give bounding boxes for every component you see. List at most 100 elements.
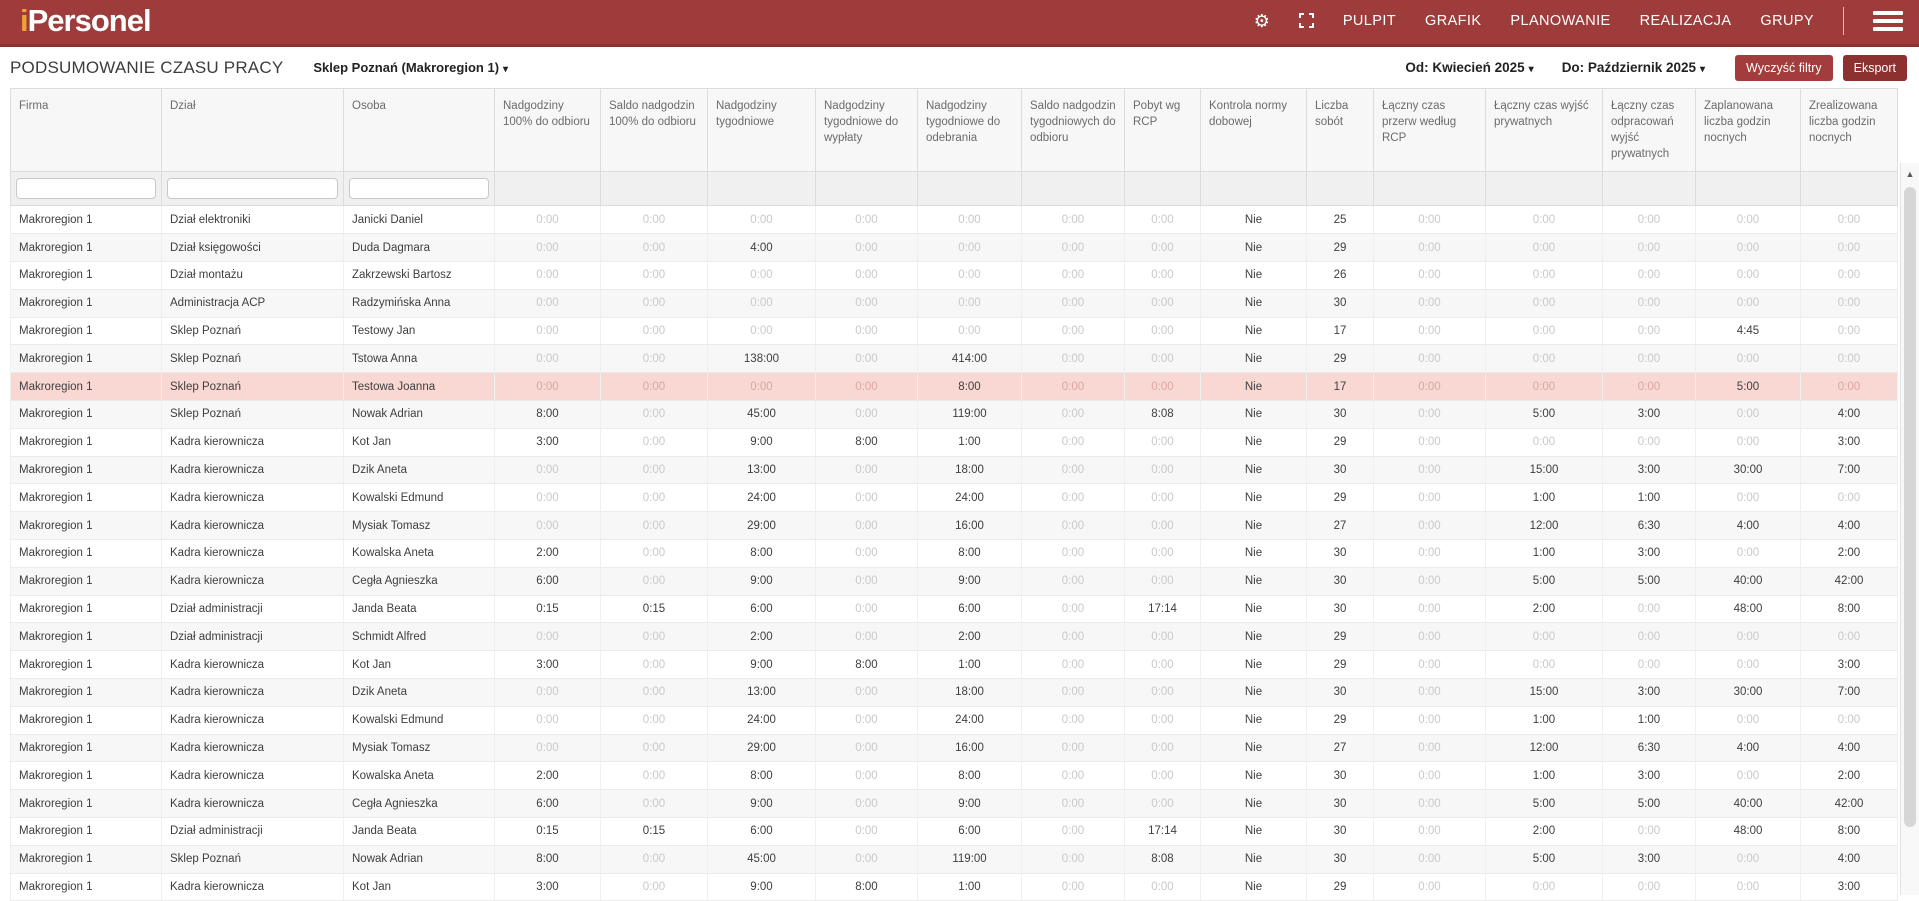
nav-item-grupy[interactable]: GRUPY (1760, 13, 1814, 29)
cell-nadgodziny-tygodniowe-do-wyplaty: 0:00 (816, 595, 918, 623)
column-header-nadgodziny-100-do-odbioru[interactable]: Nadgodziny 100% do odbioru (495, 89, 601, 172)
table-row[interactable]: Makroregion 1Kadra kierowniczaDzik Aneta… (11, 456, 1898, 484)
column-header-zaplanowana-liczba-godzin-nocnych[interactable]: Zaplanowana liczba godzin nocnych (1696, 89, 1801, 172)
nav-item-pulpit[interactable]: PULPIT (1343, 13, 1396, 29)
table-row[interactable]: Makroregion 1Kadra kierowniczaCegła Agni… (11, 790, 1898, 818)
cell-osoba: Kot Jan (344, 428, 495, 456)
cell-liczba-sobot: 29 (1307, 873, 1374, 901)
column-header-firma[interactable]: Firma (11, 89, 162, 172)
column-header-nadgodziny-tygodniowe[interactable]: Nadgodziny tygodniowe (708, 89, 816, 172)
cell-saldo-nadgodzin-100-do-odbioru: 0:00 (601, 734, 708, 762)
cell-saldo-nadgodzin-tygodniowych-do-odbioru: 0:00 (1022, 762, 1125, 790)
column-header-pobyt-wg-rcp[interactable]: Pobyt wg RCP (1125, 89, 1201, 172)
table-row[interactable]: Makroregion 1Dział administracjiJanda Be… (11, 817, 1898, 845)
nav-item-planowanie[interactable]: PLANOWANIE (1510, 13, 1610, 29)
cell-nadgodziny-tygodniowe: 13:00 (708, 678, 816, 706)
filter-input-osoba[interactable] (349, 178, 489, 199)
table-row[interactable]: Makroregion 1Kadra kierowniczaMysiak Tom… (11, 734, 1898, 762)
column-header-osoba[interactable]: Osoba (344, 89, 495, 172)
filter-cell-nadgodziny-tygodniowe-do-wyplaty (816, 172, 918, 206)
cell-saldo-nadgodzin-tygodniowych-do-odbioru: 0:00 (1022, 484, 1125, 512)
cell-nadgodziny-100-do-odbioru: 0:00 (495, 289, 601, 317)
vertical-scrollbar[interactable]: ▲ (1900, 163, 1919, 895)
scope-dropdown[interactable]: Sklep Poznań (Makroregion 1)▾ (313, 60, 508, 75)
filter-input-firma[interactable] (16, 178, 156, 199)
table-row[interactable]: Makroregion 1Dział elektronikiJanicki Da… (11, 206, 1898, 234)
table-row[interactable]: Makroregion 1Sklep PoznańNowak Adrian8:0… (11, 400, 1898, 428)
column-header-nadgodziny-tygodniowe-do-wyplaty[interactable]: Nadgodziny tygodniowe do wypłaty (816, 89, 918, 172)
column-header-kontrola-normy-dobowej[interactable]: Kontrola normy dobowej (1201, 89, 1307, 172)
column-header-saldo-nadgodzin-100-do-odbioru[interactable]: Saldo nadgodzin 100% do odbioru (601, 89, 708, 172)
cell-pobyt-wg-rcp: 0:00 (1125, 261, 1201, 289)
filter-input-dzial[interactable] (167, 178, 338, 199)
table-row[interactable]: Makroregion 1Kadra kierowniczaDzik Aneta… (11, 678, 1898, 706)
table-row[interactable]: Makroregion 1Dział administracjiJanda Be… (11, 595, 1898, 623)
cell-laczny-czas-przerw-wedlug-rcp: 0:00 (1374, 734, 1486, 762)
column-header-dzial[interactable]: Dział (162, 89, 344, 172)
table-row[interactable]: Makroregion 1Dział montażuZakrzewski Bar… (11, 261, 1898, 289)
nav-item-grafik[interactable]: GRAFIK (1425, 13, 1481, 29)
cell-nadgodziny-tygodniowe-do-wyplaty: 0:00 (816, 706, 918, 734)
cell-laczny-czas-wyjsc-prywatnych: 1:00 (1486, 762, 1603, 790)
date-from-dropdown[interactable]: Od: Kwiecień 2025▾ (1405, 60, 1533, 75)
cell-nadgodziny-tygodniowe: 45:00 (708, 845, 816, 873)
cell-laczny-czas-odpracowan-wyjsc-prywatnych: 0:00 (1603, 345, 1696, 373)
table-row[interactable]: Makroregion 1Kadra kierowniczaKowalska A… (11, 762, 1898, 790)
scroll-up-icon[interactable]: ▲ (1901, 163, 1919, 179)
cell-nadgodziny-tygodniowe-do-wyplaty: 0:00 (816, 845, 918, 873)
clear-filters-button[interactable]: Wyczyść filtry (1735, 55, 1833, 81)
cell-firma: Makroregion 1 (11, 512, 162, 540)
column-header-laczny-czas-odpracowan-wyjsc-prywatnych[interactable]: Łączny czas odpracowań wyjść prywatnych (1603, 89, 1696, 172)
settings-button[interactable]: ⚙ (1254, 12, 1270, 30)
filter-cell-nadgodziny-100-do-odbioru (495, 172, 601, 206)
table-row[interactable]: Makroregion 1Kadra kierowniczaMysiak Tom… (11, 512, 1898, 540)
cell-laczny-czas-odpracowan-wyjsc-prywatnych: 0:00 (1603, 317, 1696, 345)
cell-nadgodziny-tygodniowe: 4:00 (708, 234, 816, 262)
column-header-nadgodziny-tygodniowe-do-odebrania[interactable]: Nadgodziny tygodniowe do odebrania (918, 89, 1022, 172)
table-row[interactable]: Makroregion 1Sklep PoznańNowak Adrian8:0… (11, 845, 1898, 873)
column-header-laczny-czas-przerw-wedlug-rcp[interactable]: Łączny czas przerw według RCP (1374, 89, 1486, 172)
nav-item-realizacja[interactable]: REALIZACJA (1640, 13, 1732, 29)
table-row[interactable]: Makroregion 1Sklep PoznańTestowa Joanna0… (11, 373, 1898, 401)
hamburger-menu-icon[interactable] (1873, 11, 1903, 31)
date-to-dropdown[interactable]: Do: Październik 2025▾ (1562, 60, 1705, 75)
table-row[interactable]: Makroregion 1Kadra kierowniczaKowalski E… (11, 484, 1898, 512)
table-row[interactable]: Makroregion 1Kadra kierowniczaKot Jan3:0… (11, 428, 1898, 456)
scrollbar-thumb[interactable] (1904, 187, 1916, 827)
cell-dzial: Kadra kierownicza (162, 790, 344, 818)
table-row[interactable]: Makroregion 1Sklep PoznańTstowa Anna0:00… (11, 345, 1898, 373)
table-row[interactable]: Makroregion 1Sklep PoznańTestowy Jan0:00… (11, 317, 1898, 345)
fullscreen-button[interactable] (1299, 13, 1314, 28)
column-header-laczny-czas-wyjsc-prywatnych[interactable]: Łączny czas wyjść prywatnych (1486, 89, 1603, 172)
export-button[interactable]: Eksport (1843, 55, 1907, 81)
table-row[interactable]: Makroregion 1Kadra kierowniczaKot Jan3:0… (11, 873, 1898, 901)
cell-zaplanowana-liczba-godzin-nocnych: 0:00 (1696, 206, 1801, 234)
cell-saldo-nadgodzin-100-do-odbioru: 0:00 (601, 567, 708, 595)
cell-saldo-nadgodzin-tygodniowych-do-odbioru: 0:00 (1022, 317, 1125, 345)
table-row[interactable]: Makroregion 1Dział księgowościDuda Dagma… (11, 234, 1898, 262)
app-logo[interactable]: iPersonel (20, 5, 151, 36)
cell-nadgodziny-tygodniowe-do-odebrania: 1:00 (918, 428, 1022, 456)
cell-nadgodziny-tygodniowe-do-odebrania: 9:00 (918, 790, 1022, 818)
column-header-zrealizowana-liczba-godzin-nocnych[interactable]: Zrealizowana liczba godzin nocnych (1801, 89, 1898, 172)
cell-dzial: Sklep Poznań (162, 845, 344, 873)
column-header-saldo-nadgodzin-tygodniowych-do-odbioru[interactable]: Saldo nadgodzin tygodniowych do odbioru (1022, 89, 1125, 172)
filter-cell-dzial (162, 172, 344, 206)
table-row[interactable]: Makroregion 1Kadra kierowniczaCegła Agni… (11, 567, 1898, 595)
cell-laczny-czas-wyjsc-prywatnych: 0:00 (1486, 317, 1603, 345)
table-row[interactable]: Makroregion 1Dział administracjiSchmidt … (11, 623, 1898, 651)
filter-cell-osoba (344, 172, 495, 206)
cell-nadgodziny-tygodniowe-do-wyplaty: 0:00 (816, 539, 918, 567)
cell-nadgodziny-100-do-odbioru: 0:00 (495, 345, 601, 373)
cell-pobyt-wg-rcp: 0:00 (1125, 456, 1201, 484)
table-row[interactable]: Makroregion 1Kadra kierowniczaKot Jan3:0… (11, 651, 1898, 679)
cell-zaplanowana-liczba-godzin-nocnych: 4:00 (1696, 512, 1801, 540)
cell-kontrola-normy-dobowej: Nie (1201, 567, 1307, 595)
column-header-liczba-sobot[interactable]: Liczba sobót (1307, 89, 1374, 172)
cell-laczny-czas-przerw-wedlug-rcp: 0:00 (1374, 428, 1486, 456)
table-row[interactable]: Makroregion 1Kadra kierowniczaKowalska A… (11, 539, 1898, 567)
table-row[interactable]: Makroregion 1Kadra kierowniczaKowalski E… (11, 706, 1898, 734)
cell-pobyt-wg-rcp: 17:14 (1125, 595, 1201, 623)
table-row[interactable]: Makroregion 1Administracja ACPRadzymińsk… (11, 289, 1898, 317)
cell-zrealizowana-liczba-godzin-nocnych: 4:00 (1801, 734, 1898, 762)
